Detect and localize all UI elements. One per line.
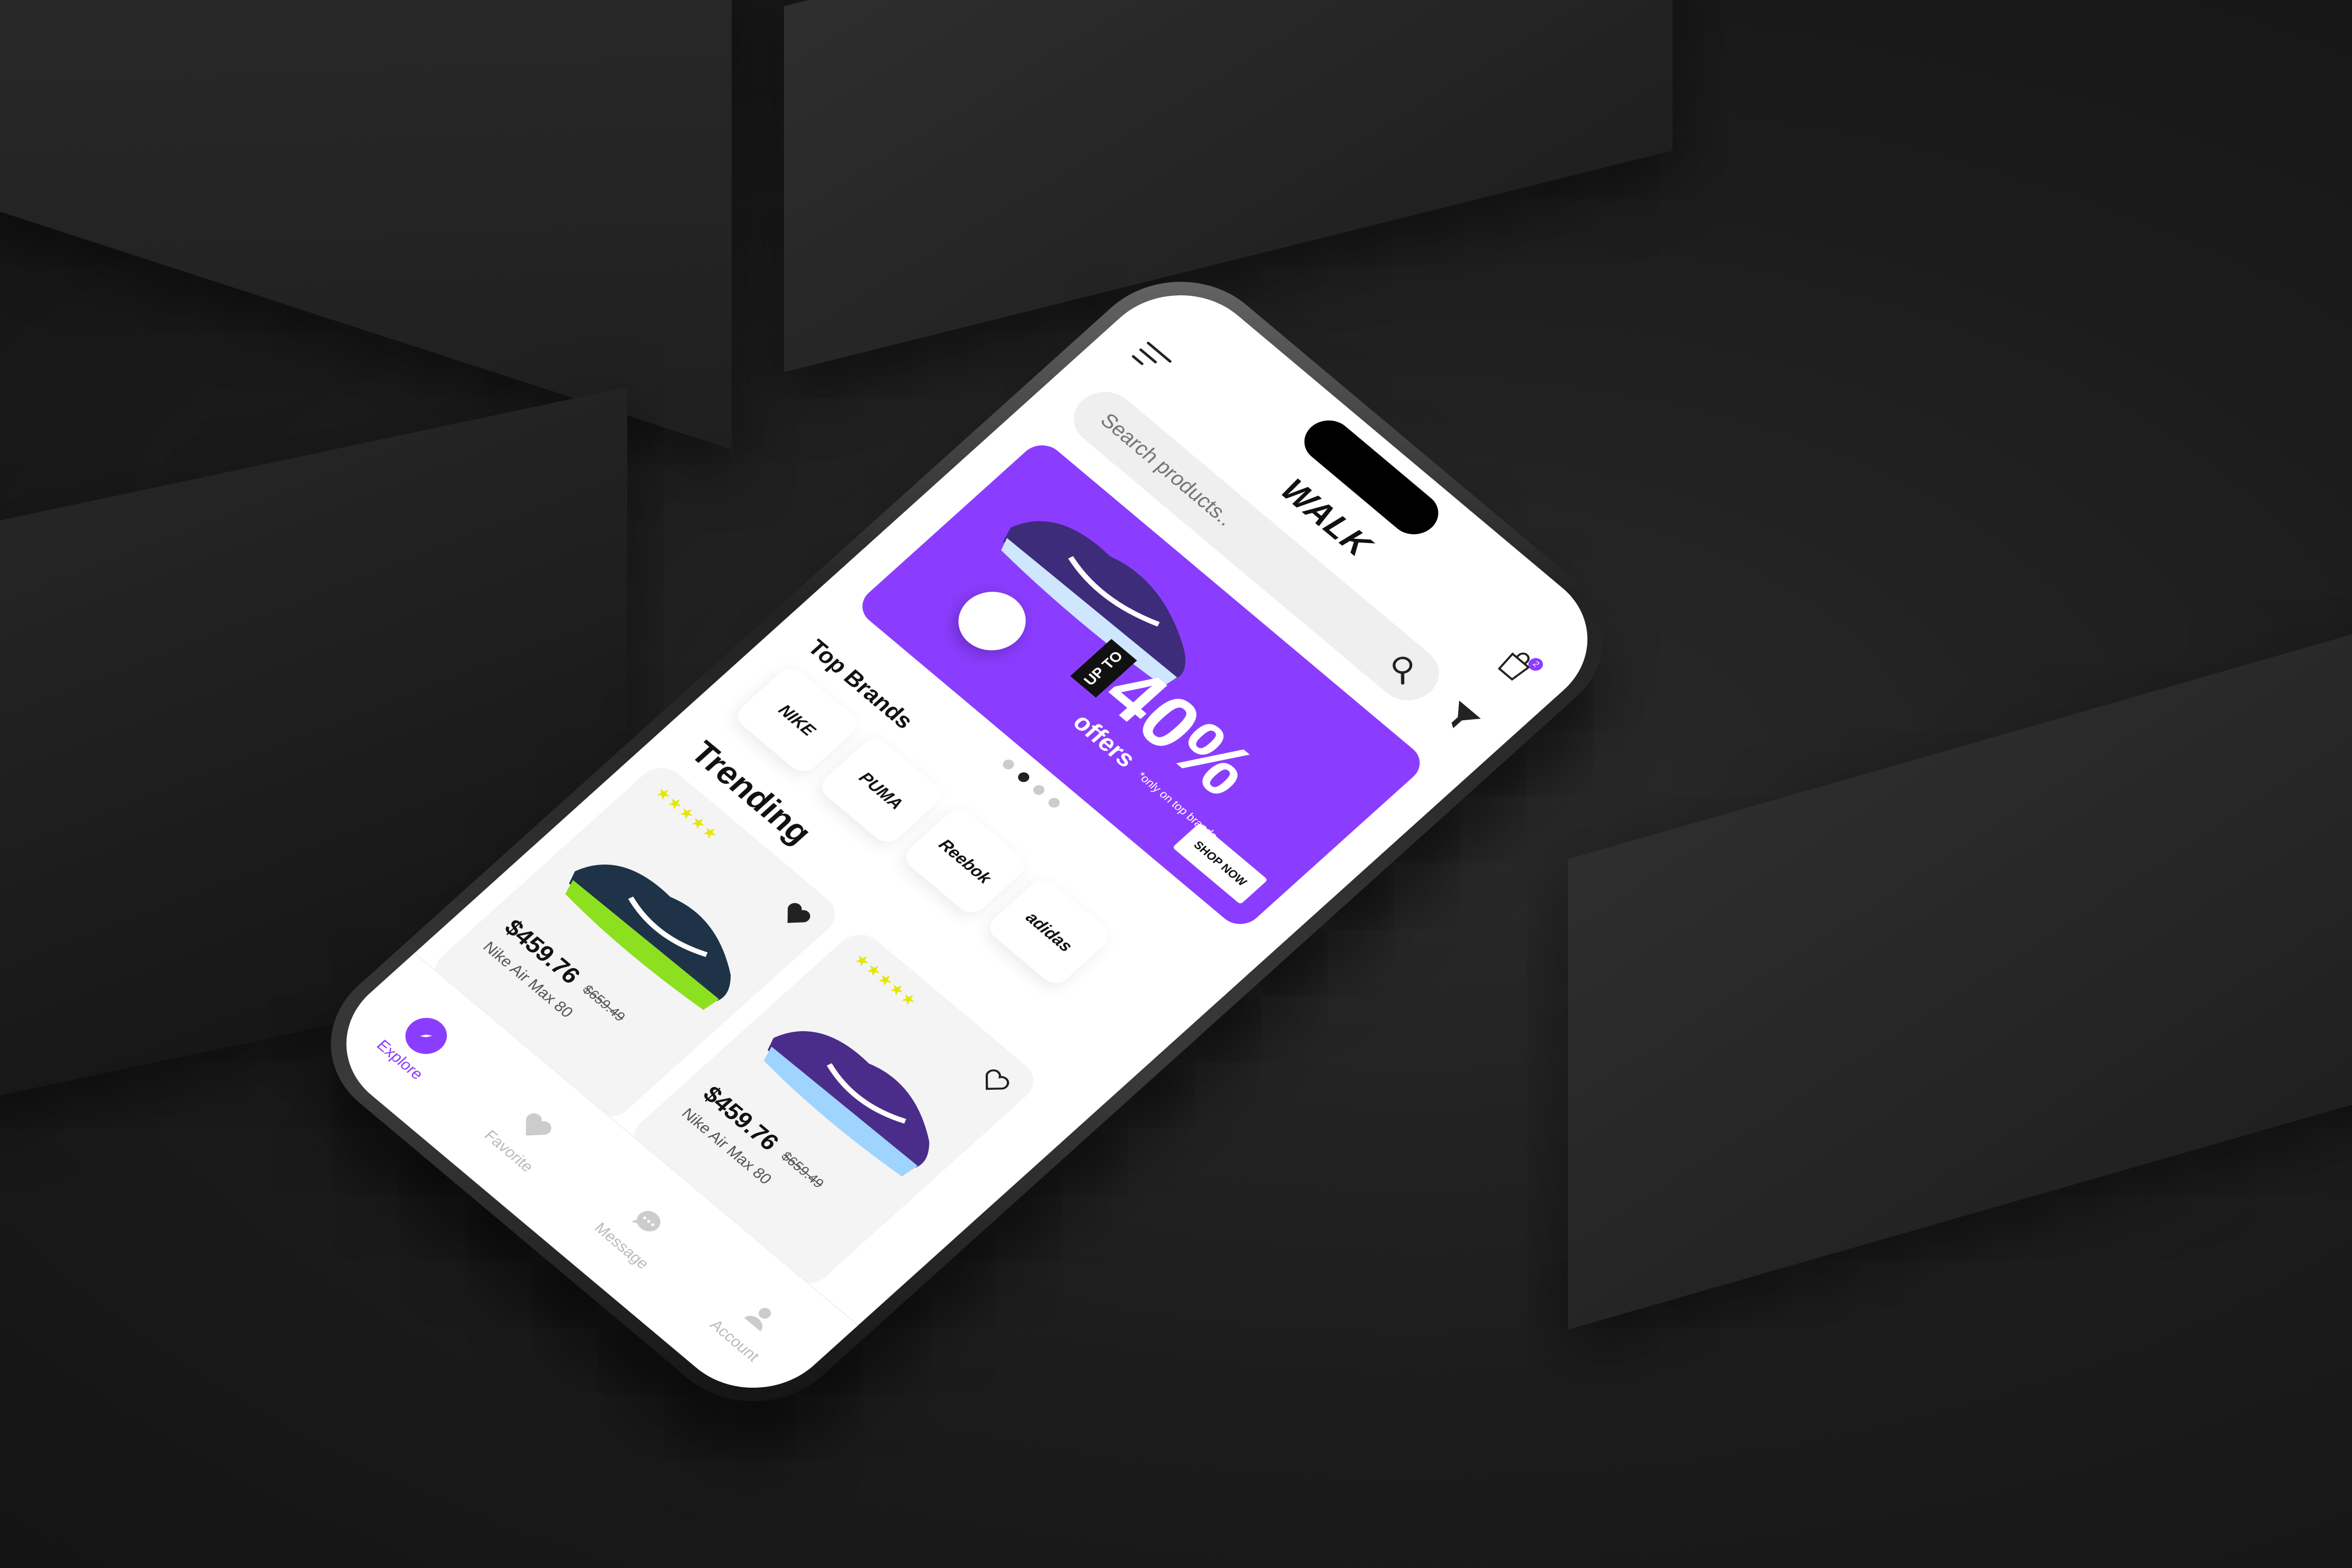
carousel-dot[interactable] [1031, 783, 1047, 797]
search-icon[interactable] [1379, 649, 1425, 688]
menu-icon[interactable] [1131, 341, 1172, 377]
shop-now-button[interactable]: SHOP NOW [1172, 822, 1268, 905]
product-old-price: $659.49 [579, 982, 629, 1024]
brand-adidas[interactable]: adidas [984, 875, 1115, 989]
brand-reebok[interactable]: Reebok [900, 804, 1031, 918]
carousel-dot-active[interactable] [1016, 770, 1032, 785]
rating-stars: ★★★★★ [651, 783, 723, 844]
carousel-dot[interactable] [1046, 795, 1062, 810]
favorite-heart-icon[interactable] [777, 899, 815, 932]
backdrop-block [1568, 604, 2352, 1330]
brand-puma[interactable]: PUMA [815, 734, 947, 848]
shopping-bag-icon[interactable]: 2 [1493, 645, 1546, 685]
carousel-dot[interactable] [1000, 757, 1017, 771]
nav-item-account[interactable]: Account [706, 1286, 798, 1365]
rating-stars: ★★★★★ [850, 950, 921, 1011]
nav-item-explore[interactable]: Explore [373, 1006, 461, 1083]
brand-logo-badge [944, 580, 1040, 663]
backdrop-block [0, 0, 732, 449]
shoe-image [738, 978, 985, 1191]
favorite-heart-outline-icon[interactable] [975, 1066, 1013, 1099]
product-old-price: $659.49 [778, 1148, 828, 1191]
filter-icon[interactable] [1435, 695, 1487, 741]
nav-item-favorite[interactable]: Favorite [480, 1096, 572, 1175]
nav-item-message[interactable]: Message [591, 1189, 687, 1273]
shoe-image [539, 812, 786, 1024]
